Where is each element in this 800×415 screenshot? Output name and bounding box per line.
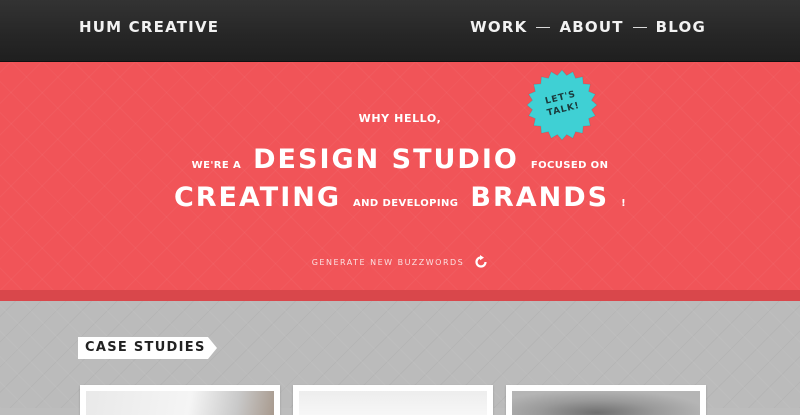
- case-study-thumbnail: [512, 391, 700, 415]
- case-study-thumbnail: [299, 391, 487, 415]
- nav-work-link[interactable]: WORK: [470, 18, 527, 36]
- site-header: HUM CREATIVE WORK ABOUT BLOG: [0, 0, 800, 62]
- case-study-card[interactable]: [506, 385, 706, 415]
- nav-blog-link[interactable]: BLOG: [656, 18, 706, 36]
- nav-divider: [632, 26, 647, 28]
- case-studies-section: CASE STUDIES: [0, 301, 800, 415]
- heading-arrow-tab: [208, 337, 217, 359]
- case-study-card[interactable]: [80, 385, 280, 415]
- case-studies-heading: CASE STUDIES: [78, 337, 208, 359]
- refresh-icon[interactable]: [474, 255, 488, 269]
- hero-exclamation: !: [621, 198, 627, 209]
- hero-highlight-creating: CREATING: [173, 182, 342, 213]
- generate-buzzwords-link[interactable]: GENERATE NEW BUZZWORDS: [0, 255, 800, 269]
- hero-highlight-design-studio: DESIGN STUDIO: [253, 144, 519, 175]
- hero-line-studio: WE'RE A DESIGN STUDIO FOCUSED ON: [0, 144, 800, 175]
- site-logo[interactable]: HUM CREATIVE: [79, 18, 219, 36]
- case-study-card[interactable]: [293, 385, 493, 415]
- hero-middle: AND DEVELOPING: [353, 198, 459, 209]
- hero-greeting: WHY HELLO,: [358, 112, 442, 125]
- case-study-thumbnail: [86, 391, 274, 415]
- hero-suffix: FOCUSED ON: [530, 160, 609, 171]
- nav-divider: [536, 26, 551, 28]
- hero-highlight-brands: BRANDS: [470, 182, 610, 213]
- generate-buzzwords-label: GENERATE NEW BUZZWORDS: [311, 257, 465, 267]
- hero-banner: WHY HELLO, WE'RE A DESIGN STUDIO FOCUSED…: [0, 62, 800, 300]
- nav-about-link[interactable]: ABOUT: [559, 18, 623, 36]
- hero-prefix: WE'RE A: [191, 160, 242, 171]
- main-nav: WORK ABOUT BLOG: [470, 18, 706, 36]
- lets-talk-badge[interactable]: LET'S TALK!: [526, 69, 598, 141]
- hero-bottom-edge: [0, 290, 800, 301]
- hero-line-brands: CREATING AND DEVELOPING BRANDS !: [0, 182, 800, 213]
